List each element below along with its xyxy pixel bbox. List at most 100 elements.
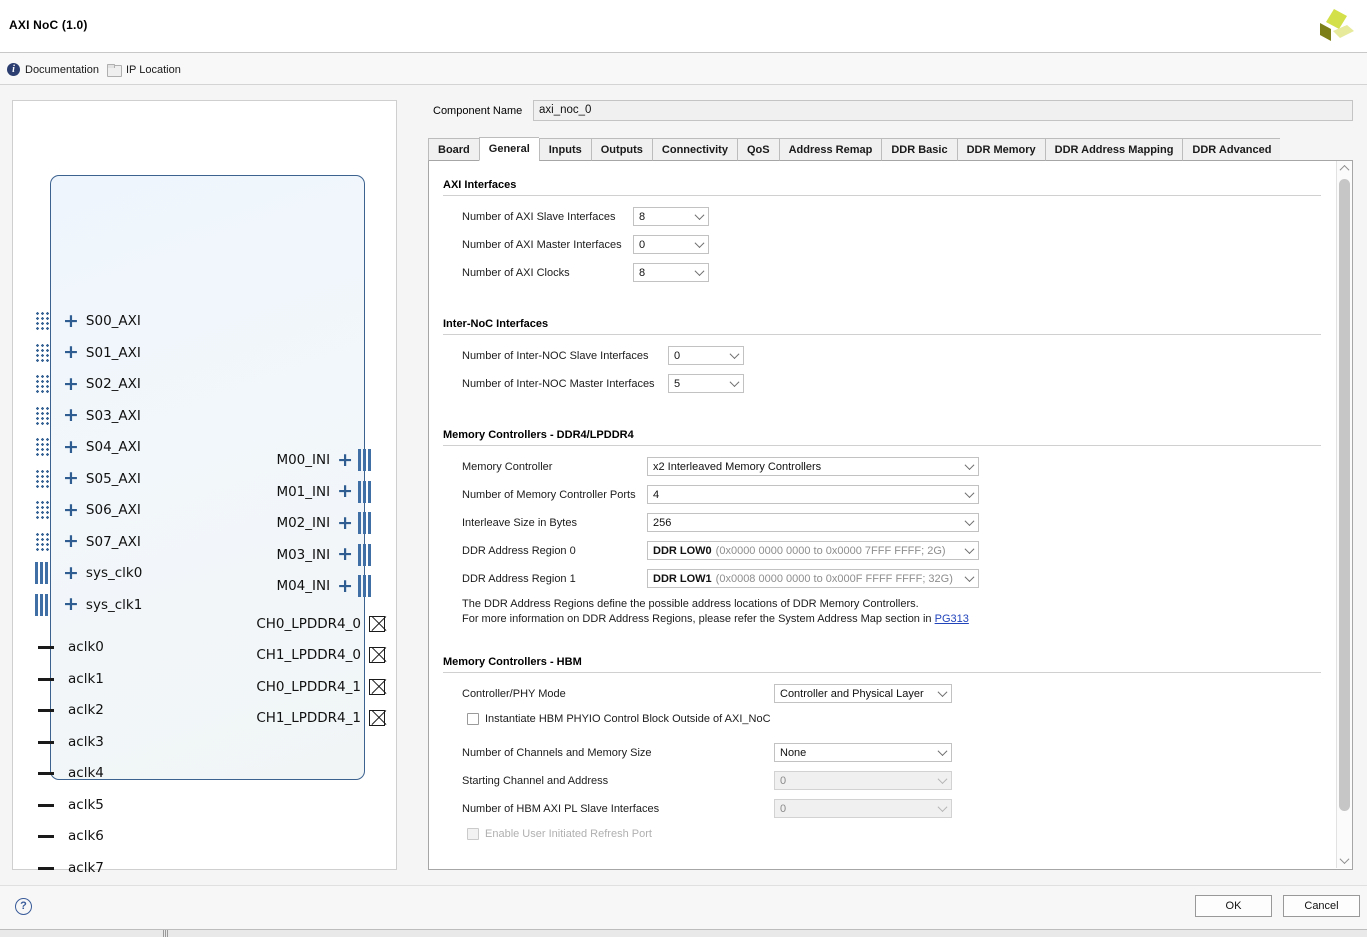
- combo-hbm-channels[interactable]: None: [774, 743, 952, 762]
- expand-plus-icon[interactable]: +: [63, 564, 79, 583]
- expand-plus-icon[interactable]: +: [63, 469, 79, 488]
- combo-axi-slave-count[interactable]: 8: [633, 207, 709, 226]
- ip-location-button[interactable]: IP Location: [107, 61, 181, 78]
- port-aclk3[interactable]: aclk3: [68, 731, 104, 753]
- port-M03_INI[interactable]: M03_INI+: [173, 544, 353, 566]
- combo-axi-clock-count[interactable]: 8: [633, 263, 709, 282]
- tab-address-remap[interactable]: Address Remap: [779, 138, 882, 161]
- ip-symbol-panel[interactable]: +S00_AXI+S01_AXI+S02_AXI+S03_AXI+S04_AXI…: [12, 100, 397, 870]
- expand-plus-icon[interactable]: +: [63, 438, 79, 457]
- port-S00_AXI[interactable]: +S00_AXI: [63, 310, 141, 332]
- component-name-input[interactable]: axi_noc_0: [533, 100, 1353, 121]
- bus-connector-S00_AXI: [35, 311, 49, 330]
- expand-plus-icon[interactable]: +: [63, 343, 79, 362]
- combo-value: None: [780, 747, 806, 759]
- port-M04_INI[interactable]: M04_INI +: [173, 575, 353, 597]
- tab-inputs[interactable]: Inputs: [539, 138, 591, 161]
- port-label-S03_AXI: S03_AXI: [86, 408, 141, 424]
- port-aclk7[interactable]: aclk7: [68, 857, 104, 879]
- tab-ddr-advanced[interactable]: DDR Advanced: [1182, 138, 1280, 161]
- tab-label: DDR Memory: [967, 144, 1036, 156]
- port-sys_clk1[interactable]: +sys_clk1: [63, 594, 142, 616]
- tab-connectivity[interactable]: Connectivity: [652, 138, 737, 161]
- expand-plus-icon[interactable]: +: [337, 451, 353, 470]
- port-CH0_LPDDR4_0[interactable]: CH0_LPDDR4_0: [143, 613, 361, 635]
- port-M01_INI[interactable]: M01_INI+: [173, 481, 353, 503]
- port-CH1_LPDDR4_1[interactable]: CH1_LPDDR4_1: [143, 707, 361, 729]
- cancel-button[interactable]: Cancel: [1283, 895, 1360, 917]
- expand-plus-icon[interactable]: +: [63, 501, 79, 520]
- port-label-M04_INI: M04_INI: [276, 578, 330, 594]
- scroll-down-arrow-icon[interactable]: [1337, 853, 1352, 868]
- ok-button[interactable]: OK: [1195, 895, 1272, 917]
- tab-board[interactable]: Board: [428, 138, 479, 161]
- tab-general[interactable]: General: [479, 137, 539, 161]
- port-S06_AXI[interactable]: +S06_AXI: [63, 499, 141, 521]
- expand-plus-icon[interactable]: +: [63, 595, 79, 614]
- port-S05_AXI[interactable]: +S05_AXI: [63, 468, 141, 490]
- expand-plus-icon[interactable]: +: [63, 312, 79, 331]
- tab-ddr-address-mapping[interactable]: DDR Address Mapping: [1045, 138, 1183, 161]
- label-hbm-pl-slave-count: Number of HBM AXI PL Slave Interfaces: [462, 803, 659, 815]
- combo-axi-master-count[interactable]: 0: [633, 235, 709, 254]
- port-M02_INI[interactable]: M02_INI+: [173, 512, 353, 534]
- port-sys_clk0[interactable]: +sys_clk0: [63, 562, 142, 584]
- combo-value: 0: [780, 775, 786, 787]
- bus-connector-S05_AXI: [35, 469, 49, 488]
- scroll-up-arrow-icon[interactable]: [1337, 161, 1352, 176]
- documentation-button[interactable]: i Documentation: [7, 61, 99, 78]
- combo-interleave-size[interactable]: 256: [647, 513, 979, 532]
- port-CH1_LPDDR4_0[interactable]: CH1_LPDDR4_0: [143, 644, 361, 666]
- tab-outputs[interactable]: Outputs: [591, 138, 652, 161]
- checkbox-box-icon: [467, 713, 479, 725]
- tab-ddr-basic[interactable]: DDR Basic: [881, 138, 956, 161]
- tab-ddr-memory[interactable]: DDR Memory: [957, 138, 1045, 161]
- scrollbar-thumb[interactable]: [1339, 179, 1350, 811]
- combo-ddr-region-1[interactable]: DDR LOW1 (0x0008 0000 0000 to 0x000F FFF…: [647, 569, 979, 588]
- combo-hbm-pl-slave-count: 0: [774, 799, 952, 818]
- tab-qos[interactable]: QoS: [737, 138, 779, 161]
- port-label-aclk4: aclk4: [68, 765, 104, 781]
- expand-plus-icon[interactable]: +: [337, 577, 353, 596]
- port-aclk0[interactable]: aclk0: [68, 636, 104, 658]
- expand-plus-icon[interactable]: +: [63, 375, 79, 394]
- expand-plus-icon[interactable]: +: [337, 482, 353, 501]
- port-aclk1[interactable]: aclk1: [68, 668, 104, 690]
- combo-mc-port-count[interactable]: 4: [647, 485, 979, 504]
- tab-label: Connectivity: [662, 144, 728, 156]
- combo-memory-controller[interactable]: x2 Interleaved Memory Controllers: [647, 457, 979, 476]
- combo-inter-noc-slave-count[interactable]: 0: [668, 346, 744, 365]
- port-S03_AXI[interactable]: + S03_AXI: [63, 405, 141, 427]
- help-button[interactable]: ?: [15, 898, 32, 915]
- port-aclk5[interactable]: aclk5: [68, 794, 104, 816]
- bus-connector-S04_AXI: [35, 437, 49, 456]
- expand-plus-icon[interactable]: +: [337, 545, 353, 564]
- port-S04_AXI[interactable]: +S04_AXI: [63, 436, 141, 458]
- bus-connector-S07_AXI: [35, 532, 49, 551]
- dialog-title: AXI NoC (1.0): [9, 18, 88, 32]
- folder-icon: [107, 64, 121, 75]
- checkbox-instantiate-hbm-phyio[interactable]: Instantiate HBM PHYIO Control Block Outs…: [467, 713, 771, 725]
- port-aclk2[interactable]: aclk2: [68, 699, 104, 721]
- pin-aclk4: [38, 772, 54, 775]
- pin-aclk0: [38, 646, 54, 649]
- tab-label: DDR Advanced: [1192, 144, 1271, 156]
- port-M00_INI[interactable]: M00_INI+: [173, 449, 353, 471]
- combo-ddr-region-0[interactable]: DDR LOW0 (0x0000 0000 0000 to 0x0000 7FF…: [647, 541, 979, 560]
- port-CH0_LPDDR4_1[interactable]: CH0_LPDDR4_1: [143, 676, 361, 698]
- expand-plus-icon[interactable]: +: [337, 514, 353, 533]
- port-S02_AXI[interactable]: +S02_AXI: [63, 373, 141, 395]
- expand-plus-icon[interactable]: +: [63, 406, 79, 425]
- content-vertical-scrollbar[interactable]: [1336, 161, 1352, 868]
- port-S01_AXI[interactable]: +S01_AXI: [63, 342, 141, 364]
- port-aclk4[interactable]: aclk4: [68, 762, 104, 784]
- expand-plus-icon[interactable]: +: [63, 532, 79, 551]
- port-S07_AXI[interactable]: +S07_AXI: [63, 531, 141, 553]
- combo-inter-noc-master-count[interactable]: 5: [668, 374, 744, 393]
- pg313-link[interactable]: PG313: [935, 613, 969, 625]
- tab-label: Address Remap: [789, 144, 873, 156]
- chevron-down-icon: [965, 572, 975, 582]
- combo-controller-phy-mode[interactable]: Controller and Physical Layer: [774, 684, 952, 703]
- memory-channel-connector-CH1_LPDDR4_1: [369, 710, 385, 726]
- port-aclk6[interactable]: aclk6: [68, 825, 104, 847]
